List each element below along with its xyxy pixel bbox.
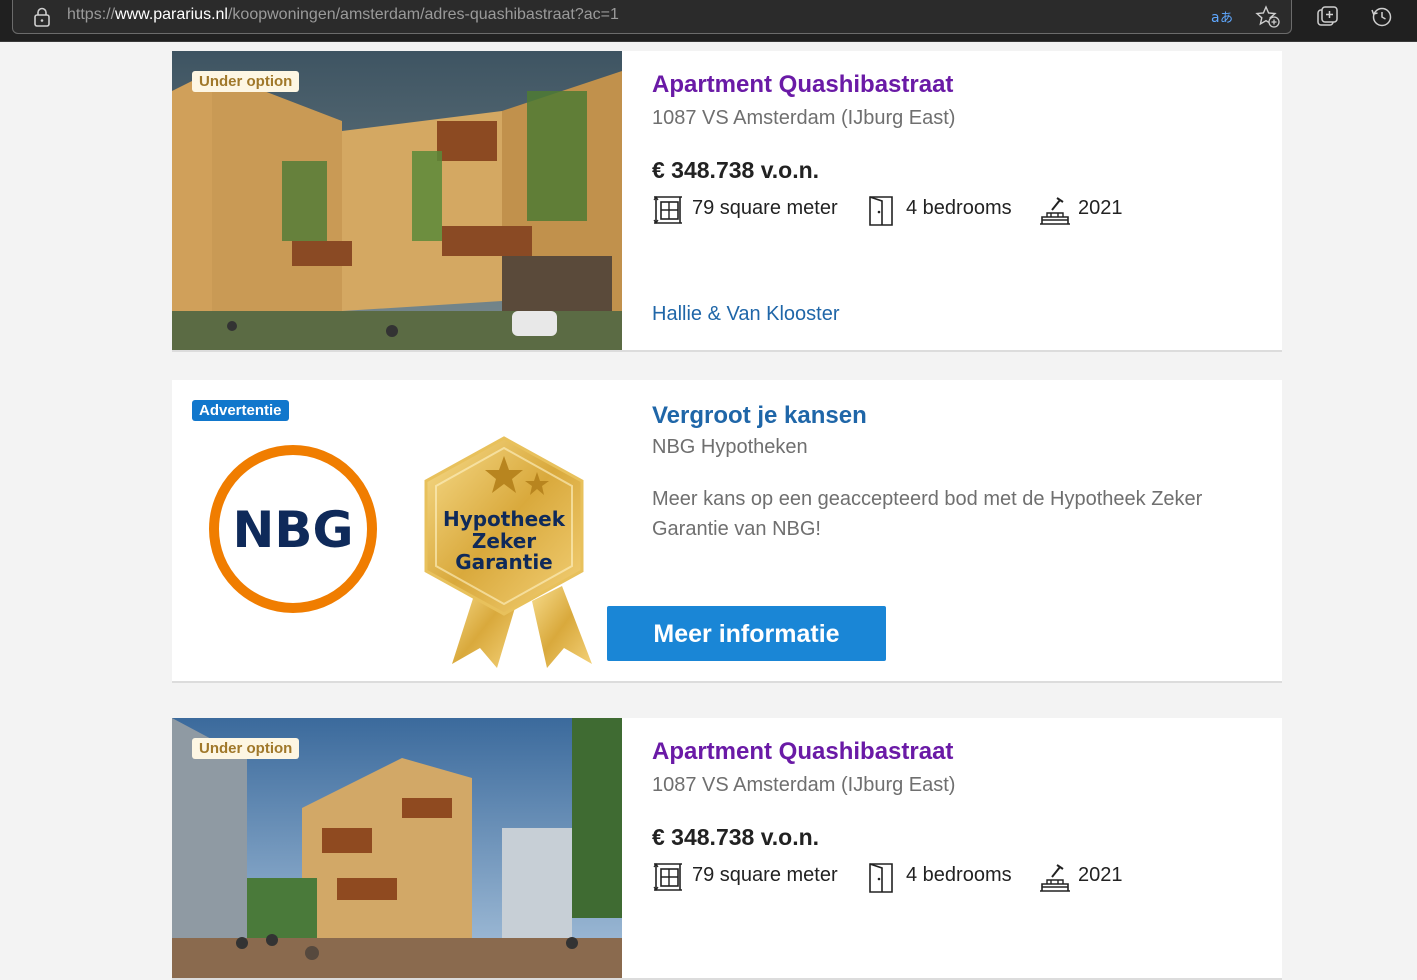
- seal-line-3: Garantie: [455, 550, 553, 574]
- lock-icon[interactable]: [33, 7, 51, 27]
- browser-toolbar: https://www.pararius.nl/koopwoningen/ams…: [0, 0, 1417, 42]
- year-label: 2021: [1078, 197, 1123, 219]
- building-render-image: [172, 51, 622, 350]
- area-label: 79 square meter: [692, 864, 838, 886]
- listing-price: € 348.738 v.o.n.: [652, 824, 820, 850]
- area-label: 79 square meter: [692, 197, 838, 219]
- listing-card[interactable]: Under option Apartment Quashibastraat 10…: [172, 51, 1282, 352]
- status-badge: Under option: [192, 71, 300, 92]
- nbg-logo-text: NBG: [233, 501, 354, 559]
- floor-area-icon: [653, 862, 682, 892]
- guarantee-seal-image: Hypotheek Zeker Garantie: [424, 436, 592, 668]
- listing-card[interactable]: Under option Apartment Quashibastraat 10…: [172, 718, 1282, 980]
- svg-text:a: a: [1211, 10, 1220, 26]
- nbg-logo[interactable]: NBG: [207, 443, 379, 615]
- svg-text:あ: あ: [1220, 11, 1233, 26]
- url-path: /koopwoningen/amsterdam/adres-quashibast…: [227, 6, 619, 23]
- collections-icon[interactable]: [1315, 5, 1341, 29]
- listing-address: 1087 VS Amsterdam (IJburg East): [652, 107, 956, 129]
- listing-title[interactable]: Apartment Quashibastraat: [652, 71, 953, 99]
- floor-area-icon: [653, 195, 682, 225]
- agent-link[interactable]: Hallie & Van Klooster: [652, 303, 840, 326]
- listing-photo[interactable]: Under option: [172, 718, 622, 978]
- bedrooms-label: 4 bedrooms: [906, 197, 1012, 219]
- bedrooms-label: 4 bedrooms: [906, 864, 1012, 886]
- ad-description: Meer kans op een geaccepteerd bod met de…: [652, 488, 1203, 540]
- url-text[interactable]: https://www.pararius.nl/koopwoningen/ams…: [67, 6, 619, 24]
- listing-address: 1087 VS Amsterdam (IJburg East): [652, 774, 956, 796]
- listing-photo[interactable]: Under option: [172, 51, 622, 350]
- ad-title[interactable]: Vergroot je kansen: [652, 402, 867, 430]
- url-host: www.pararius.nl: [115, 6, 228, 23]
- address-bar[interactable]: https://www.pararius.nl/koopwoningen/ams…: [12, 0, 1292, 34]
- status-badge: Under option: [192, 738, 300, 759]
- listing-title[interactable]: Apartment Quashibastraat: [652, 738, 953, 766]
- history-icon[interactable]: [1369, 5, 1395, 29]
- seal-line-1: Hypotheek: [443, 507, 566, 531]
- url-scheme: https://: [67, 6, 116, 23]
- construction-year-icon: [1040, 864, 1070, 892]
- construction-year-icon: [1040, 197, 1070, 225]
- ad-advertiser: NBG Hypotheken: [652, 436, 808, 458]
- door-icon: [869, 196, 893, 226]
- more-info-button[interactable]: Meer informatie: [607, 606, 886, 661]
- year-label: 2021: [1078, 864, 1123, 886]
- listing-price: € 348.738 v.o.n.: [652, 157, 820, 183]
- ad-badge: Advertentie: [192, 400, 289, 421]
- favorite-add-icon[interactable]: [1255, 5, 1281, 29]
- door-icon: [869, 863, 893, 893]
- translate-icon[interactable]: a あ: [1209, 5, 1235, 29]
- ad-card[interactable]: Advertentie NBG Hypotheek Zeker Garantie…: [172, 380, 1282, 683]
